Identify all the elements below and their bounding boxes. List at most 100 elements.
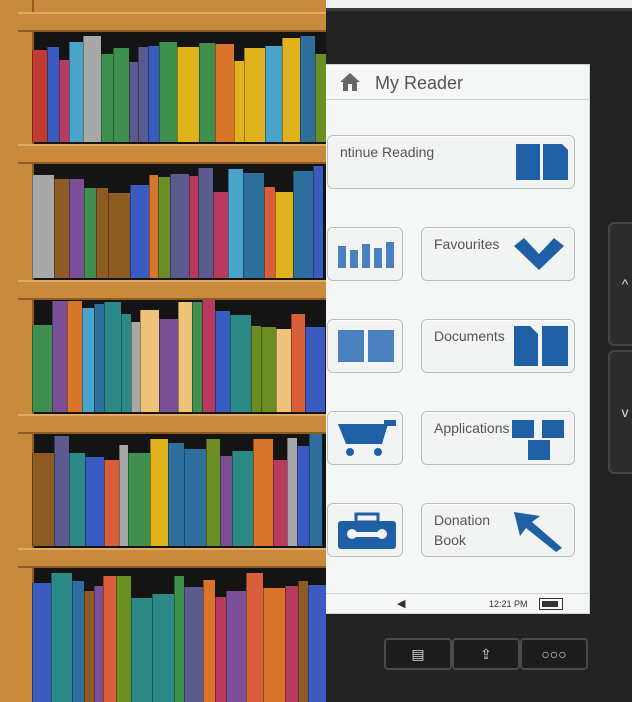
book-spine bbox=[308, 585, 326, 702]
bar-chart-icon bbox=[338, 242, 394, 268]
book-spine bbox=[291, 314, 305, 412]
book-spine bbox=[94, 586, 103, 702]
speaker-icon: ◀ bbox=[397, 598, 406, 610]
book-spine bbox=[84, 188, 96, 278]
arrow-cursor-icon bbox=[514, 512, 562, 552]
applications-tile[interactable]: Applications bbox=[421, 411, 575, 465]
book-spine bbox=[32, 175, 54, 278]
book-spine bbox=[138, 47, 148, 142]
book-spine bbox=[174, 576, 184, 702]
home-icon[interactable] bbox=[339, 71, 361, 93]
book-spine bbox=[170, 174, 189, 278]
reader-screen: My Reader ntinue Reading Favourites Docu… bbox=[322, 64, 590, 614]
book-spine bbox=[119, 445, 128, 546]
book-spine bbox=[184, 449, 206, 546]
book-spine bbox=[140, 310, 159, 412]
book-spine bbox=[234, 61, 244, 142]
book-spine bbox=[158, 177, 170, 278]
documents-label: Documents bbox=[434, 328, 505, 344]
book-pages-icon bbox=[338, 330, 394, 362]
book-spine bbox=[203, 580, 215, 702]
donation-book-tile[interactable]: Donation Book bbox=[421, 503, 575, 557]
book-spine bbox=[59, 60, 69, 142]
book-spine bbox=[149, 175, 158, 278]
book-spine bbox=[150, 439, 168, 546]
book-spine bbox=[206, 439, 220, 546]
library-tile[interactable] bbox=[327, 227, 403, 281]
book-spine bbox=[104, 460, 119, 546]
bookshelf bbox=[0, 0, 326, 702]
open-book-icon bbox=[516, 144, 568, 180]
shelf-plank bbox=[18, 280, 326, 300]
book-spine bbox=[72, 581, 84, 702]
book-spine bbox=[297, 446, 309, 546]
menu-button[interactable]: ▤ bbox=[384, 638, 452, 670]
book-spine bbox=[230, 315, 251, 412]
book-spine bbox=[83, 36, 101, 142]
documents-tile[interactable]: Documents bbox=[421, 319, 575, 373]
favourites-label: Favourites bbox=[434, 236, 500, 252]
shelf-plank bbox=[18, 144, 326, 164]
book-spine bbox=[69, 179, 84, 278]
book-spine bbox=[305, 327, 325, 412]
chevron-down-icon: v bbox=[621, 404, 629, 420]
book-spine bbox=[168, 443, 184, 546]
documents-icon bbox=[514, 326, 568, 366]
settings-tile[interactable] bbox=[327, 503, 403, 557]
book-spine bbox=[82, 308, 94, 412]
book-spine bbox=[313, 166, 323, 278]
options-button[interactable]: ○○○ bbox=[520, 638, 588, 670]
book-spine bbox=[159, 319, 178, 412]
book-spine bbox=[113, 48, 129, 142]
book-spine bbox=[104, 302, 121, 412]
screen-header: My Reader bbox=[323, 65, 589, 100]
book-spine bbox=[177, 47, 199, 142]
favourites-tile[interactable]: Favourites bbox=[421, 227, 575, 281]
book-spine bbox=[261, 327, 276, 412]
book-spine bbox=[129, 62, 138, 142]
book-spine bbox=[253, 439, 273, 546]
apps-icon bbox=[512, 420, 564, 460]
shelf-plank bbox=[18, 414, 326, 434]
battery-icon bbox=[539, 598, 563, 610]
book-spine bbox=[54, 179, 69, 278]
reading-tile[interactable] bbox=[327, 319, 403, 373]
book-spine bbox=[184, 587, 203, 702]
book-spine bbox=[315, 54, 326, 142]
book-spine bbox=[298, 581, 308, 702]
book-spine bbox=[215, 311, 230, 412]
chevron-up-icon: ^ bbox=[621, 276, 629, 292]
toolbox-icon bbox=[338, 512, 396, 549]
book-spine bbox=[285, 586, 298, 702]
donation-book-label: Donation Book bbox=[434, 512, 491, 548]
book-spine bbox=[67, 301, 82, 412]
book-spine bbox=[128, 453, 150, 546]
continue-reading-label: ntinue Reading bbox=[340, 144, 435, 160]
book-spine bbox=[251, 326, 261, 412]
book-spine bbox=[69, 453, 85, 546]
book-spine bbox=[275, 192, 293, 278]
store-tile[interactable] bbox=[327, 411, 403, 465]
book-spine bbox=[282, 38, 300, 142]
page-down-button[interactable]: v bbox=[608, 350, 632, 474]
continue-reading-tile[interactable]: ntinue Reading bbox=[327, 135, 575, 189]
checkmark-icon bbox=[514, 238, 564, 270]
book-spine bbox=[244, 48, 265, 142]
cart-icon bbox=[338, 420, 396, 456]
book-spine bbox=[101, 54, 113, 142]
book-spine bbox=[199, 43, 215, 142]
book-spine bbox=[300, 36, 315, 142]
book-spine bbox=[131, 322, 140, 412]
book-spine bbox=[159, 42, 177, 142]
book-spine bbox=[192, 302, 202, 412]
book-spine bbox=[108, 193, 130, 278]
home-button[interactable]: ⇪ bbox=[452, 638, 520, 670]
applications-label: Applications bbox=[434, 420, 510, 436]
page-up-button[interactable]: ^ bbox=[608, 222, 632, 346]
book-spine bbox=[32, 453, 54, 546]
book-spine bbox=[103, 576, 116, 702]
book-spine bbox=[54, 436, 69, 546]
book-spine bbox=[265, 46, 282, 142]
book-spine bbox=[116, 576, 131, 702]
book-spine bbox=[309, 434, 322, 546]
